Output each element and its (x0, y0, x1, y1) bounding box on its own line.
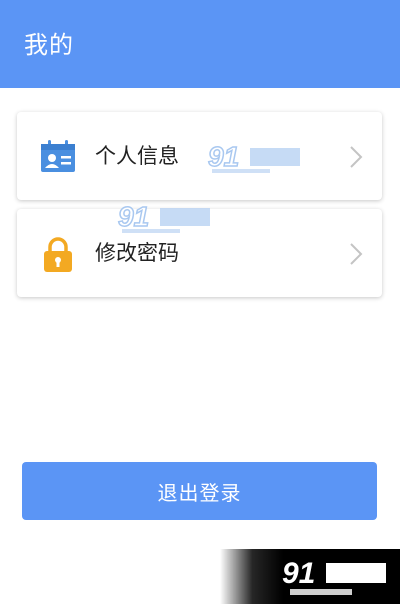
chevron-right-icon (350, 243, 363, 265)
menu-item-label: 个人信息 (95, 144, 179, 168)
menu-item-profile[interactable]: 个人信息 (17, 112, 382, 200)
watermark-logo: 91 (282, 557, 386, 595)
logout-button[interactable]: 退出登录 (22, 462, 377, 520)
chevron-right-icon (350, 146, 363, 168)
svg-text:91: 91 (282, 557, 315, 590)
page-title: 我的 (24, 31, 74, 59)
menu-item-change-password[interactable]: 修改密码 (17, 209, 382, 297)
corner-watermark: 91 (220, 549, 400, 604)
menu-item-label: 修改密码 (95, 241, 179, 265)
app-header: 我的 (0, 0, 400, 88)
lock-icon (44, 237, 72, 272)
id-card-icon (41, 140, 75, 172)
